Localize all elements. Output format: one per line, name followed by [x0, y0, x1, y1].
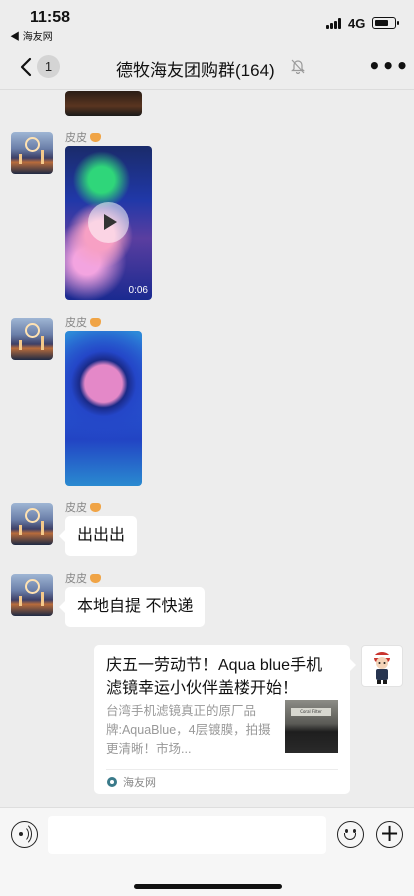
back-to-app-link[interactable]: ◀ 海友网 [10, 28, 53, 43]
sender-avatar[interactable] [11, 132, 53, 174]
cartoon-person-icon [373, 652, 391, 684]
text-message-bubble[interactable]: 出出出 [58, 516, 138, 556]
signal-icon [326, 18, 344, 29]
chat-header: 1 德牧海友团购群(164) ••• [0, 44, 414, 90]
link-card-title: 庆五一劳动节！Aqua blue手机滤镜幸运小伙伴盖楼开始！ [106, 657, 323, 697]
emoji-icon[interactable] [337, 821, 364, 848]
unread-count-badge[interactable]: 1 [37, 55, 60, 78]
chat-message-list[interactable]: 皮皮 0:06 皮皮 皮皮 出出出 皮皮 本地自提 不快递 庆五一劳动节！Aqu… [0, 91, 414, 807]
battery-level [374, 19, 388, 26]
link-card-thumbnail: Coral Filter [285, 700, 338, 753]
cat-emoji-icon [90, 318, 101, 327]
sender-name: 皮皮 [65, 129, 101, 145]
link-card-message[interactable]: 庆五一劳动节！Aqua blue手机滤镜幸运小伙伴盖楼开始！ 台湾手机滤镜真正的… [94, 645, 356, 794]
link-card-source: 海友网 [123, 777, 156, 789]
home-indicator [134, 884, 282, 889]
sender-name: 皮皮 [65, 499, 101, 515]
voice-input-icon[interactable] [11, 821, 38, 848]
back-chevron-icon[interactable] [16, 56, 38, 78]
status-time: 11:58 [30, 9, 71, 26]
cat-emoji-icon [90, 133, 101, 142]
mute-bell-icon [291, 59, 305, 74]
play-icon[interactable] [88, 202, 129, 243]
battery-icon [372, 17, 399, 29]
link-card-description: 台湾手机滤镜真正的原厂品牌:AquaBlue，4层镀膜，拍摄更清晰！市场... [106, 704, 271, 756]
more-options-button[interactable]: ••• [368, 56, 408, 76]
network-type: 4G [348, 16, 366, 31]
message-input[interactable] [48, 816, 326, 854]
image-message[interactable] [65, 331, 142, 486]
input-bar: + [0, 807, 414, 896]
chat-title: 德牧海友团购群(164) [116, 61, 275, 80]
text-message-bubble[interactable]: 本地自提 不快递 [58, 587, 206, 627]
cat-emoji-icon [90, 574, 101, 583]
divider [106, 769, 338, 770]
sender-name: 皮皮 [65, 314, 101, 330]
sender-avatar[interactable] [11, 318, 53, 360]
my-avatar[interactable] [361, 645, 403, 687]
image-message-partial[interactable] [65, 91, 142, 116]
video-duration: 0:06 [128, 285, 148, 296]
plus-icon[interactable]: + [376, 821, 403, 848]
status-bar: 11:58 ◀ 海友网 4G [0, 0, 414, 44]
sender-name: 皮皮 [65, 570, 101, 586]
video-message[interactable]: 0:06 [65, 146, 152, 300]
thumbnail-label: Coral Filter [291, 708, 331, 716]
sender-avatar[interactable] [11, 574, 53, 616]
source-logo-icon [107, 777, 117, 787]
sender-avatar[interactable] [11, 503, 53, 545]
cat-emoji-icon [90, 503, 101, 512]
